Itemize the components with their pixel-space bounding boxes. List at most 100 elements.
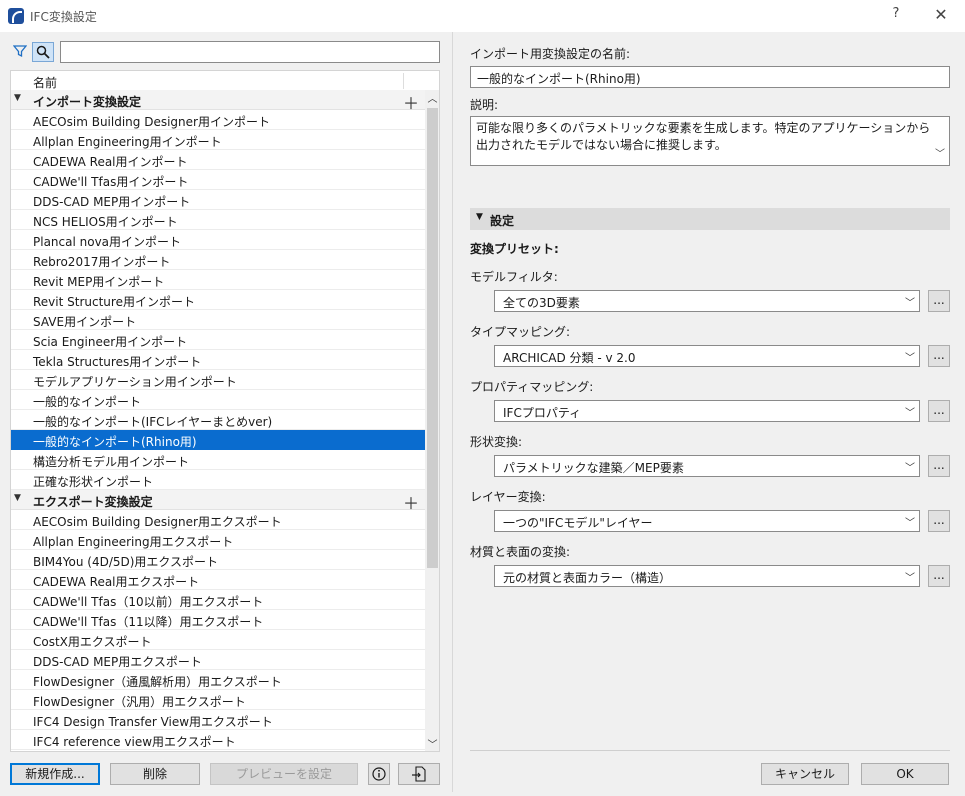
list-item[interactable]: DDS-CAD MEP用インポート <box>11 190 425 210</box>
preset-select[interactable]: IFCプロパティ ﹀ <box>494 400 920 422</box>
list-item[interactable]: CADWe'll Tfas用インポート <box>11 170 425 190</box>
list-item[interactable]: IFC4 reference view用エクスポート <box>11 730 425 750</box>
list-item-label: Revit MEP用インポート <box>33 275 165 289</box>
collapse-triangle-icon: ▼ <box>476 212 483 222</box>
list-item[interactable]: Allplan Engineering用エクスポート <box>11 530 425 550</box>
info-icon <box>372 767 386 784</box>
list-item[interactable]: Plancal nova用インポート <box>11 230 425 250</box>
list-item[interactable]: CostX用エクスポート <box>11 630 425 650</box>
list-item-label: IFC4 reference view用エクスポート <box>33 735 236 749</box>
list-item[interactable]: NCS HELIOS用インポート <box>11 210 425 230</box>
list-item-label: Allplan Engineering用インポート <box>33 135 222 149</box>
list-item[interactable]: BIM4You (4D/5D)用エクスポート <box>11 550 425 570</box>
column-name-header[interactable]: 名前 <box>33 74 57 91</box>
pane-divider[interactable] <box>452 32 453 792</box>
preset-select[interactable]: ARCHICAD 分類 - v 2.0 ﹀ <box>494 345 920 367</box>
chevron-down-icon: ﹀ <box>905 463 915 474</box>
chevron-down-icon: ﹀ <box>905 518 915 529</box>
list-item-label: Revit Structure用インポート <box>33 295 195 309</box>
list-item-label: Scia Engineer用インポート <box>33 335 188 349</box>
list-item[interactable]: CADEWA Real用エクスポート <box>11 570 425 590</box>
name-field[interactable]: 一般的なインポート(Rhino用) <box>470 66 950 88</box>
select-value: 元の材質と表面カラー（構造） <box>503 571 672 585</box>
list-item[interactable]: Revit MEP用インポート <box>11 270 425 290</box>
group-export[interactable]: ▼ エクスポート変換設定 ＋ <box>11 490 425 513</box>
preset-select[interactable]: 元の材質と表面カラー（構造） ﹀ <box>494 565 920 587</box>
list-item[interactable]: 構造分析モデル用インポート <box>11 450 425 470</box>
list-item[interactable]: 一般的なインポート <box>11 390 425 410</box>
cancel-button[interactable]: キャンセル <box>761 763 849 785</box>
tree-header: 名前 <box>11 71 425 91</box>
search-toggle-button[interactable] <box>32 42 54 62</box>
collapse-triangle-icon[interactable]: ▼ <box>14 493 21 503</box>
scroll-thumb[interactable] <box>427 108 438 568</box>
scroll-down-icon[interactable]: ﹀ <box>425 736 439 751</box>
select-value: 一つの"IFCモデル"レイヤー <box>503 516 653 530</box>
info-button[interactable] <box>368 763 390 785</box>
chevron-down-icon: ﹀ <box>905 353 915 364</box>
list-item[interactable]: IFC4 Design Transfer View用エクスポート <box>11 710 425 730</box>
export-file-button[interactable] <box>398 763 440 785</box>
list-item[interactable]: CADWe'll Tfas（11以降）用エクスポート <box>11 610 425 630</box>
description-text: 可能な限り多くのパラメトリックな要素を生成します。特定のアプリケーションから出力… <box>476 121 931 152</box>
list-item[interactable]: AECOsim Building Designer用エクスポート <box>11 510 425 530</box>
preset-label: 変換プリセット: <box>470 242 559 256</box>
chevron-down-icon: ﹀ <box>905 573 915 584</box>
list-item[interactable]: 一般的なインポート(IFCレイヤーまとめver) <box>11 410 425 430</box>
list-item[interactable]: Scia Engineer用インポート <box>11 330 425 350</box>
filter-icon[interactable] <box>12 44 28 60</box>
window-title: IFC変換設定 <box>30 10 97 24</box>
list-item[interactable]: Rebro2017用インポート <box>11 250 425 270</box>
list-item[interactable]: Tekla Structures用インポート <box>11 350 425 370</box>
list-item[interactable]: CADEWA Real用インポート <box>11 150 425 170</box>
app-icon <box>8 8 24 24</box>
translator-tree: 名前 ▼ インポート変換設定 ＋ AECOsim Building Design… <box>10 70 440 752</box>
help-button[interactable]: ? <box>884 6 908 26</box>
list-item[interactable]: AECOsim Building Designer用インポート <box>11 110 425 130</box>
more-options-button[interactable]: ... <box>928 400 950 422</box>
close-button[interactable]: ✕ <box>928 5 954 27</box>
list-item-label: IFC4 Design Transfer View用エクスポート <box>33 715 273 729</box>
preview-button[interactable]: プレビューを設定 <box>210 763 358 785</box>
more-options-button[interactable]: ... <box>928 510 950 532</box>
list-item[interactable]: 正確な形状インポート <box>11 470 425 490</box>
delete-button[interactable]: 削除 <box>110 763 200 785</box>
new-button[interactable]: 新規作成... <box>10 763 100 785</box>
settings-section-header[interactable]: ▼ 設定 <box>470 208 950 230</box>
name-label: インポート用変換設定の名前: <box>470 47 631 61</box>
chevron-down-icon[interactable]: ﹀ <box>935 146 945 163</box>
list-item[interactable]: 一般的なインポート(Rhino用) <box>11 430 425 450</box>
list-item[interactable]: モデルアプリケーション用インポート <box>11 370 425 390</box>
list-item[interactable]: FlowDesigner（通風解析用）用エクスポート <box>11 670 425 690</box>
more-options-button[interactable]: ... <box>928 565 950 587</box>
list-item[interactable]: FlowDesigner（汎用）用エクスポート <box>11 690 425 710</box>
list-item[interactable]: Allplan Engineering用インポート <box>11 130 425 150</box>
field-label: 形状変換: <box>470 435 523 449</box>
preset-select[interactable]: 全ての3D要素 ﹀ <box>494 290 920 312</box>
list-item-label: NCS HELIOS用インポート <box>33 215 178 229</box>
list-item-label: 構造分析モデル用インポート <box>33 455 190 469</box>
list-item[interactable]: Revit Structure用インポート <box>11 290 425 310</box>
column-separator <box>403 73 404 89</box>
group-import[interactable]: ▼ インポート変換設定 ＋ <box>11 90 425 113</box>
field-label: プロパティマッピング: <box>470 380 594 394</box>
ok-button[interactable]: OK <box>861 763 949 785</box>
list-item[interactable]: DDS-CAD MEP用エクスポート <box>11 650 425 670</box>
tree-rows: ▼ インポート変換設定 ＋ AECOsim Building Designer用… <box>11 90 425 750</box>
preset-select[interactable]: パラメトリックな建築／MEP要素 ﹀ <box>494 455 920 477</box>
list-item[interactable]: SAVE用インポート <box>11 310 425 330</box>
preset-select[interactable]: 一つの"IFCモデル"レイヤー ﹀ <box>494 510 920 532</box>
more-options-button[interactable]: ... <box>928 345 950 367</box>
search-input[interactable] <box>60 41 440 63</box>
list-item[interactable]: CADWe'll Tfas（10以前）用エクスポート <box>11 590 425 610</box>
field-label: モデルフィルタ: <box>470 270 558 284</box>
description-field[interactable]: 可能な限り多くのパラメトリックな要素を生成します。特定のアプリケーションから出力… <box>470 116 950 166</box>
collapse-triangle-icon[interactable]: ▼ <box>14 93 21 103</box>
more-options-button[interactable]: ... <box>928 455 950 477</box>
chevron-down-icon: ﹀ <box>905 408 915 419</box>
select-value: IFCプロパティ <box>503 406 582 420</box>
list-item-label: Tekla Structures用インポート <box>33 355 202 369</box>
more-options-button[interactable]: ... <box>928 290 950 312</box>
scroll-up-icon[interactable]: ︿ <box>425 90 439 106</box>
tree-scrollbar[interactable]: ︿ ﹀ <box>425 90 439 751</box>
